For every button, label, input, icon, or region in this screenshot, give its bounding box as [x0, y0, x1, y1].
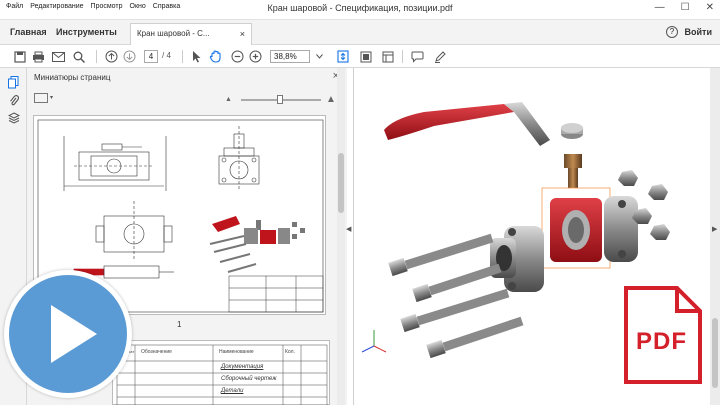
spec-header: Обозначение: [141, 349, 172, 355]
layers-icon[interactable]: [7, 112, 20, 125]
menu-view[interactable]: Просмотр: [91, 3, 123, 10]
toolbar-separator: [402, 50, 403, 63]
zoom-out-icon[interactable]: [230, 49, 245, 64]
collapse-left-icon[interactable]: ◀: [346, 225, 351, 233]
menu-file[interactable]: Файл: [6, 3, 23, 10]
print-icon[interactable]: [31, 49, 46, 64]
thumbnails-scrollbar[interactable]: [337, 68, 345, 405]
play-button[interactable]: [4, 270, 132, 398]
hand-icon[interactable]: [208, 49, 223, 64]
view-mode-icon[interactable]: [380, 49, 395, 64]
pen-icon[interactable]: [432, 49, 447, 64]
thumb-size-large-icon[interactable]: ▲: [326, 94, 336, 105]
chevron-down-icon[interactable]: ▾: [50, 94, 53, 101]
minimize-button[interactable]: —: [655, 2, 665, 13]
spec-row: Детали: [221, 388, 244, 394]
fit-page-icon[interactable]: [335, 49, 350, 64]
scrollbar-thumb[interactable]: [338, 153, 344, 213]
chevron-down-icon[interactable]: [312, 49, 327, 64]
thumb-size-slider-handle[interactable]: [277, 95, 283, 104]
page-total: / 4: [162, 51, 171, 60]
spec-header: Кол.: [285, 349, 295, 355]
page-down-icon[interactable]: [122, 49, 137, 64]
page-thumbnail-label: 1: [177, 320, 182, 329]
pdf-label: PDF: [636, 328, 687, 355]
page-thumbnail-2[interactable]: Обозначение Наименование Кол. Формат Док…: [112, 340, 330, 405]
tab-document[interactable]: Кран шаровой - С... ×: [130, 23, 252, 45]
page-up-icon[interactable]: [104, 49, 119, 64]
page-number-input[interactable]: 4: [144, 50, 158, 63]
comment-icon[interactable]: [410, 49, 425, 64]
fullscreen-icon[interactable]: [358, 49, 373, 64]
thumbnail-options-icon[interactable]: [34, 93, 48, 103]
play-icon: [51, 305, 97, 363]
tab-tools[interactable]: Инструменты: [56, 20, 117, 45]
tab-bar: Главная Инструменты Кран шаровой - С... …: [0, 20, 720, 45]
close-window-button[interactable]: ✕: [706, 2, 714, 13]
email-icon[interactable]: [51, 49, 66, 64]
thumb-size-small-icon[interactable]: ▲: [225, 96, 232, 103]
maximize-button[interactable]: ☐: [681, 2, 690, 13]
select-cursor-icon[interactable]: [189, 49, 204, 64]
spec-header: Наименование: [219, 349, 254, 355]
tab-document-label: Кран шаровой - С...: [137, 29, 210, 38]
attachment-icon[interactable]: [7, 94, 20, 107]
zoom-in-icon[interactable]: [248, 49, 263, 64]
title-bar: Файл Редактирование Просмотр Окно Справк…: [0, 0, 720, 20]
spec-row: Сборочный чертеж: [221, 376, 277, 382]
tab-close-button[interactable]: ×: [240, 24, 245, 44]
spec-row: Документация: [221, 364, 264, 370]
viewer-scrollbar[interactable]: [710, 68, 720, 405]
scrollbar-thumb[interactable]: [712, 318, 718, 388]
menu-bar: Файл Редактирование Просмотр Окно Справк…: [6, 3, 180, 10]
toolbar-separator: [182, 50, 183, 63]
collapse-right-icon[interactable]: ▶: [712, 225, 717, 233]
login-button[interactable]: Войти: [685, 20, 712, 45]
menu-help[interactable]: Справка: [153, 3, 180, 10]
zoom-level-select[interactable]: 38,8%: [270, 50, 310, 63]
toolbar-separator: [96, 50, 97, 63]
search-icon[interactable]: [71, 49, 86, 64]
menu-window[interactable]: Окно: [130, 3, 146, 10]
save-icon[interactable]: [12, 49, 27, 64]
tab-home[interactable]: Главная: [10, 20, 47, 45]
window-controls: — ☐ ✕: [655, 2, 714, 13]
menu-edit[interactable]: Редактирование: [30, 3, 83, 10]
panel-title: Миниатюры страниц: [34, 73, 111, 82]
toolbar: 4 / 4 38,8%: [0, 45, 720, 68]
page-thumbnails-icon[interactable]: [7, 76, 20, 89]
help-icon[interactable]: ?: [666, 26, 678, 38]
